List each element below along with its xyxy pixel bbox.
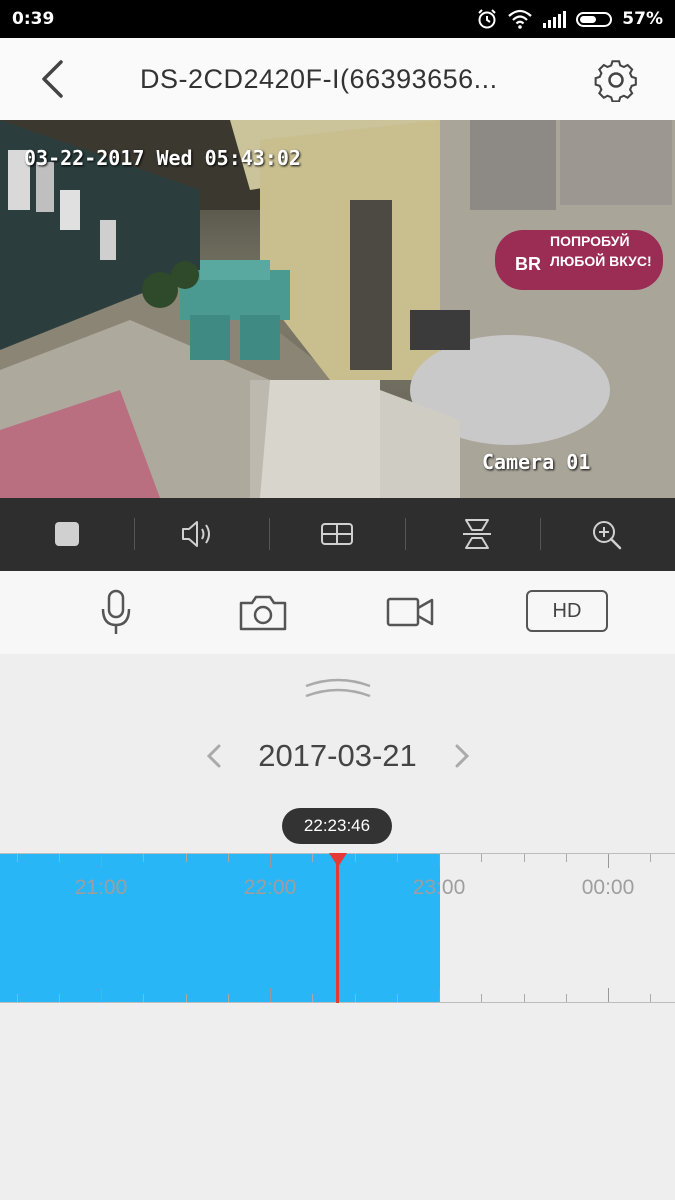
timeline-tick bbox=[101, 854, 102, 868]
live-video-view[interactable]: BR ПОПРОБУЙ ЛЮБОЙ ВКУС! 03-22-2017 Wed 0… bbox=[0, 120, 675, 498]
timeline-tick bbox=[566, 854, 567, 862]
timeline-tick bbox=[228, 854, 229, 862]
status-bar: 0:39 57% bbox=[0, 0, 675, 38]
timeline-tick bbox=[17, 854, 18, 862]
microphone-button[interactable] bbox=[96, 587, 136, 637]
previous-date-button[interactable] bbox=[200, 738, 228, 774]
battery-percent: 57% bbox=[622, 9, 663, 29]
timeline-tick bbox=[608, 988, 609, 1002]
status-time: 0:39 bbox=[12, 9, 55, 29]
playback-panel: 2017-03-21 22:23:46 21:00 22:00 23:00 00… bbox=[0, 654, 675, 1200]
timeline-tick bbox=[101, 988, 102, 1002]
timeline-tick bbox=[481, 994, 482, 1002]
screenshot-camera-button[interactable] bbox=[236, 587, 290, 637]
timeline-tick bbox=[566, 994, 567, 1002]
app-header: DS-2CD2420F-I(66393656... bbox=[0, 38, 675, 120]
sign-line-2: ЛЮБОЙ ВКУС! bbox=[550, 252, 652, 269]
battery-icon bbox=[576, 11, 613, 27]
timeline-tick bbox=[228, 994, 229, 1002]
timeline-tick bbox=[59, 854, 60, 862]
hour-label-23: 23:00 bbox=[412, 876, 466, 899]
timeline-tick bbox=[524, 994, 525, 1002]
timeline-tick bbox=[186, 994, 187, 1002]
timeline-tick bbox=[481, 854, 482, 862]
timeline-tick bbox=[650, 854, 651, 862]
playhead-marker-icon[interactable] bbox=[329, 853, 347, 867]
zoom-in-button[interactable] bbox=[585, 514, 629, 554]
playback-timeline[interactable]: 21:00 22:00 23:00 00:00 bbox=[0, 853, 675, 1003]
timeline-tick bbox=[143, 994, 144, 1002]
hour-label-00: 00:00 bbox=[581, 876, 635, 899]
stop-button[interactable] bbox=[45, 514, 89, 554]
timeline-tick bbox=[439, 854, 440, 868]
alarm-clock-icon bbox=[478, 9, 497, 29]
timeline-tick bbox=[312, 854, 313, 862]
signal-icon bbox=[543, 11, 567, 28]
flip-image-button[interactable] bbox=[455, 514, 499, 554]
timeline-tick bbox=[439, 988, 440, 1002]
status-icons: 57% bbox=[476, 8, 663, 30]
timeline-tick bbox=[524, 854, 525, 862]
back-button[interactable] bbox=[34, 56, 74, 102]
timeline-tick bbox=[650, 994, 651, 1002]
device-title: DS-2CD2420F-I(66393656... bbox=[140, 64, 498, 94]
wifi-icon bbox=[508, 9, 533, 29]
timeline-tick bbox=[270, 988, 271, 1002]
timeline-tick bbox=[397, 854, 398, 862]
timeline-tick bbox=[17, 994, 18, 1002]
timeline-tick bbox=[186, 854, 187, 862]
divider bbox=[269, 518, 270, 550]
sign-logo: BR bbox=[515, 254, 541, 274]
speaker-button[interactable] bbox=[177, 514, 221, 554]
timeline-tick bbox=[143, 854, 144, 862]
current-time-bubble: 22:23:46 bbox=[282, 808, 392, 844]
date-navigator: 2017-03-21 bbox=[0, 734, 675, 778]
timeline-tick bbox=[270, 854, 271, 868]
osd-camera-name: Camera 01 bbox=[482, 450, 591, 474]
hour-label-22: 22:00 bbox=[243, 876, 297, 899]
settings-gear-icon[interactable] bbox=[594, 58, 638, 102]
divider bbox=[134, 518, 135, 550]
split-screen-button[interactable] bbox=[315, 514, 359, 554]
playback-control-bar bbox=[0, 498, 675, 571]
quality-hd-button[interactable]: HD bbox=[526, 590, 608, 632]
sign-line-1: ПОПРОБУЙ bbox=[550, 232, 630, 249]
video-frame: BR ПОПРОБУЙ ЛЮБОЙ ВКУС! bbox=[0, 120, 675, 498]
next-date-button[interactable] bbox=[448, 738, 476, 774]
osd-datetime: 03-22-2017 Wed 05:43:02 bbox=[24, 146, 301, 170]
timeline-tick bbox=[397, 994, 398, 1002]
expand-handle-icon[interactable] bbox=[304, 674, 372, 698]
timeline-tick bbox=[355, 994, 356, 1002]
divider bbox=[540, 518, 541, 550]
timeline-tick bbox=[312, 994, 313, 1002]
hour-label-21: 21:00 bbox=[74, 876, 128, 899]
current-date[interactable]: 2017-03-21 bbox=[230, 738, 445, 774]
timeline-tick bbox=[608, 854, 609, 868]
timeline-tick bbox=[59, 994, 60, 1002]
playhead-line[interactable] bbox=[336, 853, 339, 1003]
divider bbox=[405, 518, 406, 550]
action-toolbar: HD bbox=[0, 571, 675, 654]
timeline-tick bbox=[355, 854, 356, 862]
video-record-button[interactable] bbox=[384, 587, 438, 637]
